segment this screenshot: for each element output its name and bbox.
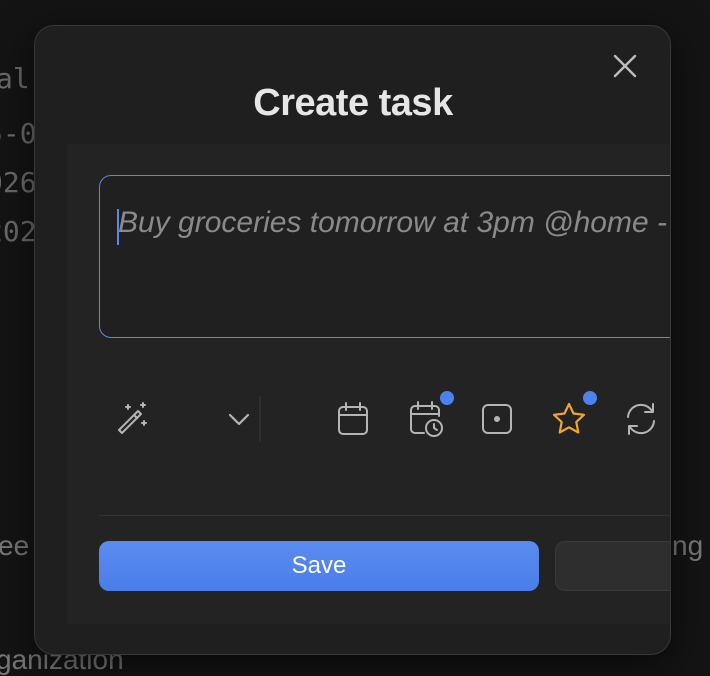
- calendar-clock-icon: [410, 401, 443, 437]
- star-icon: [552, 402, 586, 434]
- background-code-line: 5-0: [0, 117, 37, 150]
- favorite-button[interactable]: [547, 391, 597, 444]
- calendar-icon: [338, 402, 368, 435]
- task-input[interactable]: Buy groceries tomorrow at 3pm @home -: [99, 175, 670, 338]
- ai-parse-button[interactable]: [110, 394, 154, 444]
- schedule-indicator-dot: [440, 391, 454, 405]
- background-code-line: al: [0, 62, 30, 95]
- more-options-button[interactable]: [217, 394, 261, 444]
- schedule-time-button[interactable]: [404, 391, 454, 444]
- create-task-dialog: Create task Buy groceries tomorrow at 3p…: [34, 25, 671, 655]
- secondary-button[interactable]: [555, 541, 670, 591]
- background-code-line: 026: [0, 166, 37, 199]
- save-button[interactable]: Save: [99, 541, 539, 591]
- toolbar-divider: [259, 396, 261, 442]
- close-button[interactable]: [608, 49, 642, 83]
- text-caret: [117, 209, 119, 245]
- dice-icon: [482, 404, 512, 434]
- dialog-title: Create task: [253, 82, 453, 124]
- repeat-button[interactable]: [619, 394, 663, 444]
- background-text: ng: [672, 530, 704, 561]
- close-icon: [613, 54, 637, 78]
- favorite-indicator-dot: [583, 391, 597, 405]
- task-toolbar: [99, 391, 670, 444]
- background-text: ee: [0, 530, 30, 561]
- background-code-line: 202: [0, 215, 37, 248]
- priority-dice-button[interactable]: [475, 394, 519, 444]
- repeat-icon: [627, 403, 655, 435]
- magic-wand-icon: [118, 402, 147, 434]
- footer-divider: [99, 515, 670, 516]
- chevron-down-icon: [228, 413, 250, 426]
- due-date-button[interactable]: [331, 394, 375, 444]
- task-input-placeholder: Buy groceries tomorrow at 3pm @home -: [118, 206, 667, 239]
